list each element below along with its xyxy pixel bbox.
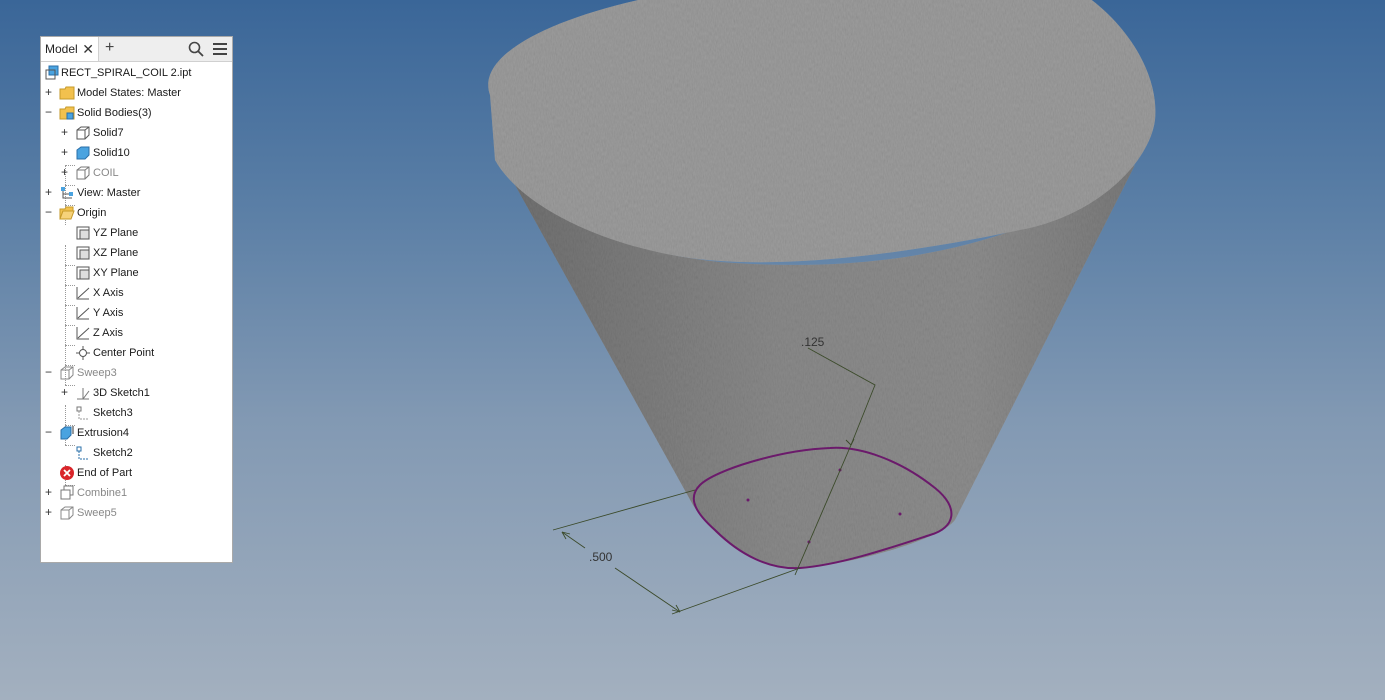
expand-plus-icon[interactable]: +	[60, 386, 69, 398]
work-plane-icon	[76, 266, 90, 280]
tree-item-label: Origin	[77, 207, 107, 219]
tree-item-yz-plane[interactable]: YZ Plane	[41, 223, 231, 243]
tree-item-view[interactable]: + View: Master	[41, 183, 231, 203]
tree-item-sketch2[interactable]: Sketch2	[41, 443, 231, 463]
tab-model[interactable]: Model ✕	[41, 37, 99, 61]
work-axis-icon	[76, 307, 90, 320]
tree-item-label: YZ Plane	[93, 227, 139, 239]
tree-item-xy-plane[interactable]: XY Plane	[41, 263, 231, 283]
work-plane-icon	[76, 246, 90, 260]
dimension-500-label[interactable]: .500	[589, 550, 613, 564]
tree-item-sweep5[interactable]: + Sweep5	[41, 503, 231, 523]
tree-item-coil[interactable]: + COIL	[41, 163, 231, 183]
model-browser-panel: Model ✕ + RECT_SPIRAL_COIL 2.ipt + Model…	[40, 36, 233, 563]
tree-item-label: Sweep5	[77, 507, 117, 519]
tree-item-sweep3[interactable]: − Sweep3	[41, 363, 231, 383]
tab-model-label: Model	[45, 42, 78, 56]
tree-item-origin[interactable]: − Origin	[41, 203, 231, 223]
plus-icon[interactable]: +	[105, 39, 114, 57]
work-point-icon	[76, 346, 90, 360]
work-axis-icon	[76, 327, 90, 340]
expand-plus-icon[interactable]: +	[60, 166, 69, 178]
tree-item-root[interactable]: RECT_SPIRAL_COIL 2.ipt	[41, 63, 231, 83]
solid-body-icon	[76, 146, 90, 160]
tree-item-label: Sketch2	[93, 447, 133, 459]
hamburger-menu-icon[interactable]	[213, 42, 227, 56]
extrusion-feature-icon	[60, 426, 74, 440]
combine-feature-icon	[60, 485, 74, 500]
sketch-icon	[76, 406, 89, 420]
expand-plus-icon[interactable]: +	[44, 486, 53, 498]
collapse-minus-icon[interactable]: −	[44, 206, 53, 218]
open-folder-icon	[59, 206, 75, 220]
expand-plus-icon[interactable]: +	[60, 126, 69, 138]
expand-plus-icon[interactable]: +	[44, 86, 53, 98]
tree-item-center-point[interactable]: Center Point	[41, 343, 231, 363]
part-file-icon	[45, 65, 59, 80]
tree-item-label: Z Axis	[93, 327, 123, 339]
tree-item-solid7[interactable]: + Solid7	[41, 123, 231, 143]
wireframe-solid-icon	[76, 166, 90, 180]
work-axis-icon	[76, 287, 90, 300]
dimension-125-label[interactable]: .125	[801, 335, 825, 349]
tree-item-z-axis[interactable]: Z Axis	[41, 323, 231, 343]
tree-item-solid10[interactable]: + Solid10	[41, 143, 231, 163]
tree-item-label: Sketch3	[93, 407, 133, 419]
wireframe-solid-icon	[76, 126, 90, 140]
tree-item-solid-bodies[interactable]: − Solid Bodies(3)	[41, 103, 231, 123]
tree-item-label: Center Point	[93, 347, 155, 359]
tree-item-label: Combine1	[77, 487, 128, 499]
tree-item-combine1[interactable]: + Combine1	[41, 483, 231, 503]
tree-item-label: Solid10	[93, 147, 130, 159]
tree-item-label: Sweep3	[77, 367, 117, 379]
tree-item-model-states[interactable]: + Model States: Master	[41, 83, 231, 103]
close-icon[interactable]: ✕	[82, 41, 94, 58]
view-rep-icon	[61, 187, 73, 199]
sweep-feature-icon	[60, 506, 74, 520]
tree-item-extrusion4[interactable]: − Extrusion4	[41, 423, 231, 443]
tree-item-label: Solid Bodies(3)	[77, 107, 152, 119]
tree-item-label: End of Part	[77, 467, 133, 479]
tree-item-label: COIL	[93, 167, 119, 179]
sweep-feature-icon	[60, 366, 74, 380]
tree-item-label: XY Plane	[93, 267, 139, 279]
tree-item-xz-plane[interactable]: XZ Plane	[41, 243, 231, 263]
tree-item-label: XZ Plane	[93, 247, 139, 259]
work-plane-icon	[76, 226, 90, 240]
collapse-minus-icon[interactable]: −	[44, 366, 53, 378]
tree-item-sketch3[interactable]: Sketch3	[41, 403, 231, 423]
folder-icon	[59, 86, 75, 100]
search-icon[interactable]	[188, 41, 204, 57]
end-of-part-icon	[60, 466, 74, 480]
expand-plus-icon[interactable]: +	[60, 146, 69, 158]
tree-item-label: Extrusion4	[77, 427, 129, 439]
expand-plus-icon[interactable]: +	[44, 186, 53, 198]
tree-item-label: Solid7	[93, 127, 124, 139]
collapse-minus-icon[interactable]: −	[44, 106, 53, 118]
3d-sketch-icon	[77, 388, 90, 400]
tree-item-label: 3D Sketch1	[93, 387, 150, 399]
tree-item-label: X Axis	[93, 287, 124, 299]
tree-item-label: Y Axis	[93, 307, 124, 319]
tree-item-label: Model States: Master	[77, 87, 181, 99]
tree-item-y-axis[interactable]: Y Axis	[41, 303, 231, 323]
tree-item-x-axis[interactable]: X Axis	[41, 283, 231, 303]
browser-tabbar: Model ✕ +	[41, 37, 232, 62]
collapse-minus-icon[interactable]: −	[44, 426, 53, 438]
tree-item-label: RECT_SPIRAL_COIL 2.ipt	[61, 67, 192, 79]
sketch-icon	[76, 446, 89, 460]
tree-item-3d-sketch1[interactable]: + 3D Sketch1	[41, 383, 231, 403]
tree-item-label: View: Master	[77, 187, 141, 199]
expand-plus-icon[interactable]: +	[44, 506, 53, 518]
solid-bodies-folder-icon	[59, 106, 75, 120]
tree-item-end-of-part[interactable]: End of Part	[41, 463, 231, 483]
